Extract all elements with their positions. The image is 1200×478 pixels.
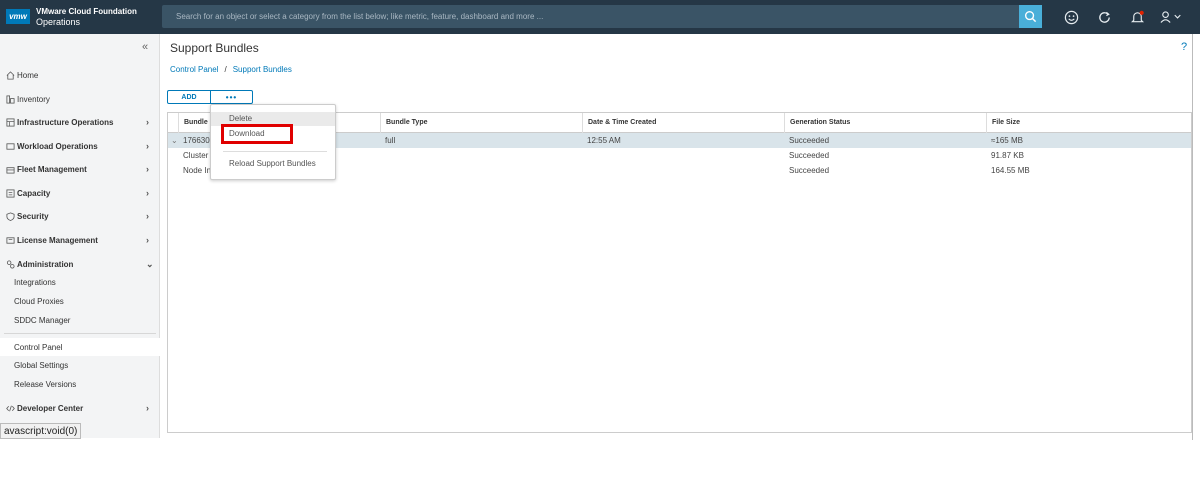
search-input[interactable] [162,5,1018,28]
chevron-right-icon: › [146,188,149,198]
row-expander-icon[interactable]: ⌄ [171,133,178,148]
workload-icon [5,141,15,151]
infrastructure-icon [5,117,15,127]
add-button[interactable]: ADD [167,90,211,104]
breadcrumb: Control Panel / Support Bundles [170,65,292,74]
home-icon [5,70,15,80]
vmware-logo[interactable]: vmw [6,9,30,24]
capacity-icon [5,188,15,198]
brand-line-1: VMware Cloud Foundation [36,7,137,16]
column-header-bundle-type[interactable]: Bundle Type [380,113,582,133]
chevron-down-icon: ⌄ [146,258,154,269]
global-search [162,5,1042,28]
sidebar-item-label: Administration [17,259,74,269]
sidebar-item-administration[interactable]: Administration ⌄ [0,254,160,274]
brand-title: VMware Cloud Foundation Operations [36,7,137,27]
brand-line-2: Operations [36,17,81,27]
browser-status-bar: avascript:void(0) [0,423,82,439]
search-icon [1024,10,1037,23]
sidebar-item-cloud-proxies[interactable]: Cloud Proxies [0,292,160,310]
cell-bundle: 176630 [183,136,210,145]
breadcrumb-control-panel[interactable]: Control Panel [170,65,218,74]
column-header-file-size[interactable]: File Size [986,113,1191,133]
sidebar-item-label: Fleet Management [17,164,87,174]
code-icon [5,403,15,413]
sidebar-item-capacity[interactable]: Capacity › [0,183,160,203]
sidebar-item-fleet-management[interactable]: Fleet Management › [0,159,160,179]
chevron-right-icon: › [146,141,149,151]
search-button[interactable] [1019,5,1042,28]
help-icon[interactable]: ? [1181,41,1187,53]
sidebar-item-sddc-manager[interactable]: SDDC Manager [0,311,160,329]
bell-icon[interactable] [1128,8,1146,26]
inventory-icon [5,94,15,104]
chevron-right-icon: › [146,211,149,221]
sidebar-item-label: Capacity [17,188,51,198]
chevron-right-icon: › [146,235,149,245]
sidebar-item-label: Workload Operations [17,141,98,151]
collapse-sidebar-icon[interactable]: « [142,41,148,53]
cell-generation-status: Succeeded [789,136,830,145]
menu-item-reload-support-bundles[interactable]: Reload Support Bundles [211,157,335,171]
sidebar-item-label: Infrastructure Operations [17,117,114,127]
cell-file-size: 164.55 MB [991,166,1030,175]
cell-file-size: 91.87 KB [991,151,1024,160]
sidebar-item-integrations[interactable]: Integrations [0,273,160,291]
chevron-right-icon: › [146,117,149,127]
sidebar-divider [4,333,156,334]
sidebar-item-developer-center[interactable]: Developer Center › [0,398,160,418]
sidebar-item-release-versions[interactable]: Release Versions [0,375,160,393]
cell-file-size: ≈165 MB [991,136,1023,145]
cell-date-created: 12:55 AM [587,136,621,145]
breadcrumb-separator: / [224,65,227,74]
sidebar: « Home Inventory Infrastructure Operatio… [0,34,160,438]
security-icon [5,211,15,221]
page-title: Support Bundles [170,41,259,55]
sidebar-item-infrastructure-operations[interactable]: Infrastructure Operations › [0,112,160,132]
user-menu[interactable] [1158,8,1186,26]
user-icon [1160,11,1181,23]
cell-bundle: Cluster [183,151,209,160]
sidebar-item-label: License Management [17,235,98,245]
sidebar-item-control-panel[interactable]: Control Panel [0,338,160,356]
app-window: vmw VMware Cloud Foundation Operations « [0,0,1200,440]
sidebar-item-license-management[interactable]: License Management › [0,230,160,250]
page-scrollbar[interactable] [1192,34,1200,440]
administration-icon [5,259,15,269]
cell-generation-status: Succeeded [789,151,830,160]
sidebar-item-home[interactable]: Home [0,65,160,85]
menu-divider [223,151,327,152]
chevron-right-icon: › [146,403,149,413]
smiley-icon[interactable] [1062,8,1080,26]
sidebar-item-inventory[interactable]: Inventory [0,89,160,109]
license-icon [5,235,15,245]
sidebar-item-label: Inventory [17,94,50,104]
sidebar-item-label: Developer Center [17,403,84,413]
fleet-icon [5,164,15,174]
top-header: vmw VMware Cloud Foundation Operations [0,0,1200,34]
main-content: Support Bundles ? Control Panel / Support … [161,34,1200,440]
download-highlight-box [221,124,293,144]
sidebar-item-label: Security [17,211,49,221]
sidebar-item-security[interactable]: Security › [0,206,160,226]
cell-generation-status: Succeeded [789,166,830,175]
sidebar-item-workload-operations[interactable]: Workload Operations › [0,136,160,156]
sidebar-item-label: Home [17,70,39,80]
refresh-icon[interactable] [1095,8,1113,26]
more-actions-button[interactable]: ••• [210,90,253,104]
sidebar-item-global-settings[interactable]: Global Settings [0,356,160,374]
chevron-right-icon: › [146,164,149,174]
column-header-generation-status[interactable]: Generation Status [784,113,986,133]
breadcrumb-support-bundles[interactable]: Support Bundles [233,65,292,74]
column-header-date-created[interactable]: Date & Time Created [582,113,784,133]
cell-bundle: Node In [183,166,212,175]
cell-bundle-type: full [385,136,396,145]
